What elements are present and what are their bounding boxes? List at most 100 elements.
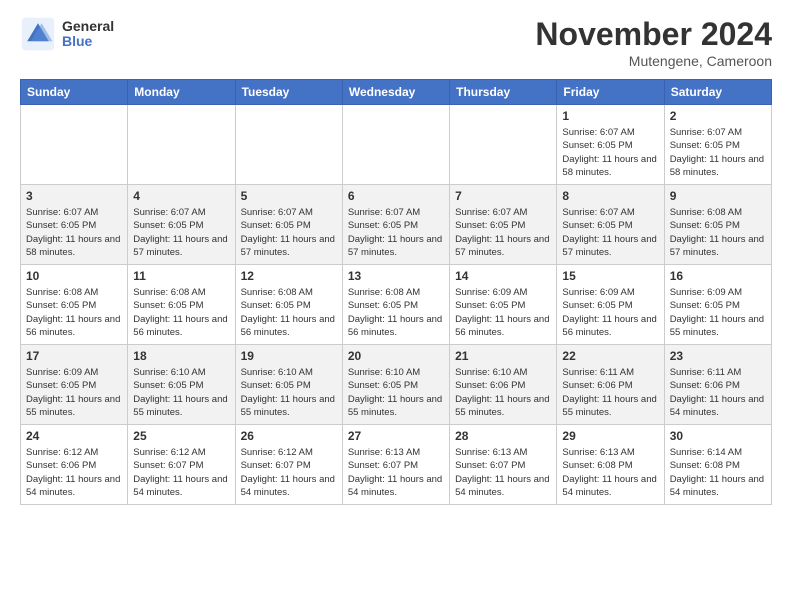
day-number: 6 [348,189,444,203]
day-info: Sunrise: 6:07 AMSunset: 6:05 PMDaylight:… [455,206,551,259]
table-row: 24Sunrise: 6:12 AMSunset: 6:06 PMDayligh… [21,425,128,505]
day-info: Sunrise: 6:09 AMSunset: 6:05 PMDaylight:… [26,366,122,419]
day-info: Sunrise: 6:08 AMSunset: 6:05 PMDaylight:… [348,286,444,339]
day-number: 14 [455,269,551,283]
table-row [342,105,449,185]
calendar-body: 1 Sunrise: 6:07 AMSunset: 6:05 PMDaylight… [21,105,772,505]
header-wednesday: Wednesday [342,80,449,105]
table-row [128,105,235,185]
day-number: 21 [455,349,551,363]
table-row: 20 Sunrise: 6:10 AMSunset: 6:05 PMDayligh… [342,345,449,425]
day-number: 23 [670,349,766,363]
day-info: Sunrise: 6:08 AMSunset: 6:05 PMDaylight:… [26,286,122,339]
day-number: 5 [241,189,337,203]
day-info: Sunrise: 6:07 AMSunset: 6:05 PMDaylight:… [562,126,658,179]
day-info: Sunrise: 6:07 AMSunset: 6:05 PMDaylight:… [26,206,122,259]
day-info: Sunrise: 6:07 AMSunset: 6:05 PMDaylight:… [562,206,658,259]
day-number: 22 [562,349,658,363]
logo-blue: Blue [62,34,114,49]
day-number: 4 [133,189,229,203]
table-row: 19 Sunrise: 6:10 AMSunset: 6:05 PMDayligh… [235,345,342,425]
table-row: 26Sunrise: 6:12 AMSunset: 6:07 PMDayligh… [235,425,342,505]
table-row: 23 Sunrise: 6:11 AMSunset: 6:06 PMDayligh… [664,345,771,425]
day-number: 18 [133,349,229,363]
title-section: November 2024 Mutengene, Cameroon [535,16,772,69]
day-info: Sunrise: 6:13 AMSunset: 6:07 PMDaylight:… [348,446,444,499]
day-number: 13 [348,269,444,283]
header-thursday: Thursday [450,80,557,105]
table-row: 4 Sunrise: 6:07 AMSunset: 6:05 PMDaylight… [128,185,235,265]
day-info: Sunrise: 6:09 AMSunset: 6:05 PMDaylight:… [670,286,766,339]
day-number: 29 [562,429,658,443]
day-info: Sunrise: 6:08 AMSunset: 6:05 PMDaylight:… [133,286,229,339]
table-row: 10 Sunrise: 6:08 AMSunset: 6:05 PMDayligh… [21,265,128,345]
day-info: Sunrise: 6:07 AMSunset: 6:05 PMDaylight:… [348,206,444,259]
table-row: 11 Sunrise: 6:08 AMSunset: 6:05 PMDayligh… [128,265,235,345]
logo-general: General [62,19,114,34]
header-tuesday: Tuesday [235,80,342,105]
day-info: Sunrise: 6:10 AMSunset: 6:06 PMDaylight:… [455,366,551,419]
day-info: Sunrise: 6:07 AMSunset: 6:05 PMDaylight:… [133,206,229,259]
table-row: 7 Sunrise: 6:07 AMSunset: 6:05 PMDaylight… [450,185,557,265]
header-sunday: Sunday [21,80,128,105]
table-row: 27 Sunrise: 6:13 AMSunset: 6:07 PMDayligh… [342,425,449,505]
table-row: 29 Sunrise: 6:13 AMSunset: 6:08 PMDayligh… [557,425,664,505]
table-row: 17 Sunrise: 6:09 AMSunset: 6:05 PMDayligh… [21,345,128,425]
day-number: 9 [670,189,766,203]
calendar-table: Sunday Monday Tuesday Wednesday Thursday… [20,79,772,505]
table-row: 5Sunrise: 6:07 AMSunset: 6:05 PMDaylight… [235,185,342,265]
day-info: Sunrise: 6:09 AMSunset: 6:05 PMDaylight:… [562,286,658,339]
table-row: 30 Sunrise: 6:14 AMSunset: 6:08 PMDayligh… [664,425,771,505]
logo: General Blue [20,16,114,52]
table-row: 1 Sunrise: 6:07 AMSunset: 6:05 PMDaylight… [557,105,664,185]
month-title: November 2024 [535,16,772,53]
day-number: 30 [670,429,766,443]
day-number: 19 [241,349,337,363]
day-number: 20 [348,349,444,363]
table-row: 18 Sunrise: 6:10 AMSunset: 6:05 PMDayligh… [128,345,235,425]
table-row: 13 Sunrise: 6:08 AMSunset: 6:05 PMDayligh… [342,265,449,345]
table-row: 6 Sunrise: 6:07 AMSunset: 6:05 PMDaylight… [342,185,449,265]
day-number: 17 [26,349,122,363]
table-row [21,105,128,185]
day-number: 1 [562,109,658,123]
day-number: 12 [241,269,337,283]
day-info: Sunrise: 6:12 AMSunset: 6:07 PMDaylight:… [133,446,229,499]
day-info: Sunrise: 6:12 AMSunset: 6:06 PMDaylight:… [26,446,122,499]
table-row [450,105,557,185]
table-row: 8Sunrise: 6:07 AMSunset: 6:05 PMDaylight… [557,185,664,265]
day-number: 3 [26,189,122,203]
header-saturday: Saturday [664,80,771,105]
day-number: 11 [133,269,229,283]
day-number: 7 [455,189,551,203]
table-row: 15 Sunrise: 6:09 AMSunset: 6:05 PMDayligh… [557,265,664,345]
calendar-header: Sunday Monday Tuesday Wednesday Thursday… [21,80,772,105]
day-info: Sunrise: 6:12 AMSunset: 6:07 PMDaylight:… [241,446,337,499]
table-row: 2Sunrise: 6:07 AMSunset: 6:05 PMDaylight… [664,105,771,185]
page-header: General Blue November 2024 Mutengene, Ca… [20,16,772,69]
table-row: 12 Sunrise: 6:08 AMSunset: 6:05 PMDayligh… [235,265,342,345]
day-number: 27 [348,429,444,443]
table-row: 28Sunrise: 6:13 AMSunset: 6:07 PMDayligh… [450,425,557,505]
day-info: Sunrise: 6:14 AMSunset: 6:08 PMDaylight:… [670,446,766,499]
day-info: Sunrise: 6:10 AMSunset: 6:05 PMDaylight:… [133,366,229,419]
day-number: 25 [133,429,229,443]
day-info: Sunrise: 6:08 AMSunset: 6:05 PMDaylight:… [241,286,337,339]
day-number: 10 [26,269,122,283]
header-monday: Monday [128,80,235,105]
table-row: 22 Sunrise: 6:11 AMSunset: 6:06 PMDayligh… [557,345,664,425]
day-info: Sunrise: 6:09 AMSunset: 6:05 PMDaylight:… [455,286,551,339]
day-number: 16 [670,269,766,283]
table-row: 25 Sunrise: 6:12 AMSunset: 6:07 PMDayligh… [128,425,235,505]
day-info: Sunrise: 6:08 AMSunset: 6:05 PMDaylight:… [670,206,766,259]
table-row: 9 Sunrise: 6:08 AMSunset: 6:05 PMDaylight… [664,185,771,265]
logo-text: General Blue [62,19,114,50]
day-info: Sunrise: 6:11 AMSunset: 6:06 PMDaylight:… [562,366,658,419]
header-friday: Friday [557,80,664,105]
day-info: Sunrise: 6:10 AMSunset: 6:05 PMDaylight:… [241,366,337,419]
day-info: Sunrise: 6:10 AMSunset: 6:05 PMDaylight:… [348,366,444,419]
day-number: 15 [562,269,658,283]
day-info: Sunrise: 6:13 AMSunset: 6:08 PMDaylight:… [562,446,658,499]
table-row: 14 Sunrise: 6:09 AMSunset: 6:05 PMDayligh… [450,265,557,345]
day-info: Sunrise: 6:11 AMSunset: 6:06 PMDaylight:… [670,366,766,419]
